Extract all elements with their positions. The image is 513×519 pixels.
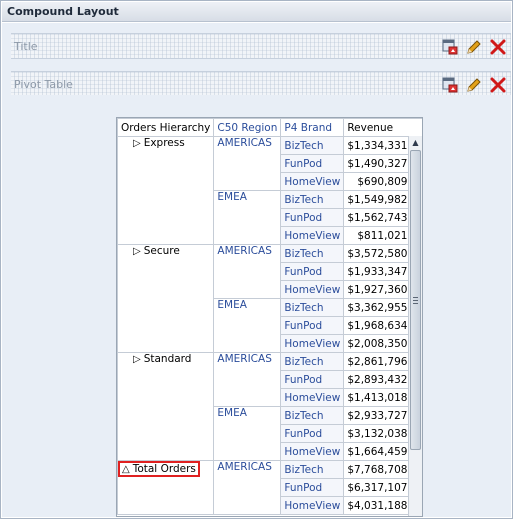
region-cell[interactable]: AMERICAS	[213, 244, 282, 299]
hierarchy-cell[interactable]: ▷ Secure	[117, 244, 215, 353]
brand-cell[interactable]: HomeView	[280, 226, 345, 245]
pivot-table-container[interactable]: Orders Hierarchy C50 Region P4 Brand Rev…	[116, 117, 423, 517]
pivot-row: ▷ Express AMERICAS BizTech $1,334,331.37	[117, 136, 422, 245]
region-cell[interactable]: AMERICAS	[213, 352, 282, 407]
col-header-brand[interactable]: P4 Brand	[280, 118, 345, 137]
brand-cell[interactable]: FunPod	[280, 208, 345, 227]
brand-cell[interactable]: FunPod	[280, 154, 345, 173]
edit-pencil-icon[interactable]	[465, 38, 483, 56]
pivot-row: △ Total Orders AMERICAS BizTech $7,768,708.6…	[117, 460, 422, 515]
layout-work-area: Title Pivot Table Orders Hierarchy C50 R…	[2, 23, 511, 517]
brand-cell[interactable]: FunPod	[280, 478, 345, 497]
region-cell[interactable]: EMEA	[213, 190, 282, 245]
title-view-label: Title	[14, 40, 38, 53]
brand-cell[interactable]: BizTech	[280, 460, 345, 479]
scroll-thumb[interactable]	[410, 150, 421, 450]
brand-cell[interactable]: FunPod	[280, 316, 345, 335]
hierarchy-label: Secure	[143, 245, 180, 258]
compound-layout-header: Compound Layout	[2, 2, 511, 22]
pivot-view-body: Orders Hierarchy C50 Region P4 Brand Rev…	[11, 95, 511, 517]
expand-triangle-icon[interactable]: ▷	[133, 138, 141, 149]
collapse-triangle-icon[interactable]: △	[122, 464, 130, 475]
brand-cell[interactable]: HomeView	[280, 280, 345, 299]
remove-x-icon[interactable]	[489, 76, 507, 94]
expand-triangle-icon[interactable]: ▷	[133, 246, 141, 257]
brand-cell[interactable]: FunPod	[280, 262, 345, 281]
brand-cell[interactable]: FunPod	[280, 370, 345, 389]
format-view-icon[interactable]	[441, 76, 459, 94]
hierarchy-cell[interactable]: ▷ Express	[117, 136, 215, 245]
hierarchy-label: Total Orders	[132, 463, 196, 475]
brand-cell[interactable]: HomeView	[280, 496, 345, 515]
brand-cell[interactable]: BizTech	[280, 406, 345, 425]
brand-cell[interactable]: BizTech	[280, 352, 345, 371]
hierarchy-cell[interactable]: ▷ Standard	[117, 352, 215, 461]
remove-x-icon[interactable]	[489, 38, 507, 56]
region-cell[interactable]: EMEA	[213, 298, 282, 353]
brand-cell[interactable]: HomeView	[280, 442, 345, 461]
compound-layout-frame: Compound Layout Title Pivot Table Orders…	[0, 0, 513, 519]
format-view-icon[interactable]	[441, 38, 459, 56]
title-view-toolbar	[441, 38, 507, 56]
pivot-scrollbar[interactable]: ▲	[408, 136, 422, 516]
brand-cell[interactable]: BizTech	[280, 190, 345, 209]
pivot-view-label: Pivot Table	[14, 78, 73, 91]
total-orders-highlight[interactable]: △ Total Orders	[118, 461, 200, 477]
brand-cell[interactable]: BizTech	[280, 298, 345, 317]
col-header-revenue[interactable]: Revenue	[343, 118, 422, 137]
col-header-orders-hierarchy[interactable]: Orders Hierarchy	[117, 118, 215, 137]
region-cell[interactable]: EMEA	[213, 406, 282, 461]
pivot-table: Orders Hierarchy C50 Region P4 Brand Rev…	[117, 118, 422, 515]
brand-cell[interactable]: BizTech	[280, 136, 345, 155]
region-cell[interactable]: AMERICAS	[213, 460, 282, 515]
pivot-row: ▷ Secure AMERICAS BizTech $3,572,580.86	[117, 244, 422, 353]
pivot-row: ▷ Standard AMERICAS BizTech $2,861,796.44	[117, 352, 422, 461]
hierarchy-label: Express	[143, 137, 185, 150]
hierarchy-label: Standard	[143, 353, 192, 366]
region-cell[interactable]: AMERICAS	[213, 136, 282, 191]
scroll-up-icon[interactable]: ▲	[409, 136, 422, 149]
title-view-bar[interactable]: Title	[11, 33, 511, 59]
brand-cell[interactable]: FunPod	[280, 424, 345, 443]
brand-cell[interactable]: HomeView	[280, 388, 345, 407]
compound-layout-title: Compound Layout	[7, 5, 119, 18]
pivot-view-toolbar	[441, 76, 507, 94]
pivot-header-row: Orders Hierarchy C50 Region P4 Brand Rev…	[117, 118, 422, 137]
brand-cell[interactable]: BizTech	[280, 244, 345, 263]
brand-cell[interactable]: HomeView	[280, 334, 345, 353]
brand-cell[interactable]: HomeView	[280, 172, 345, 191]
hierarchy-cell[interactable]: △ Total Orders	[117, 460, 215, 515]
col-header-region[interactable]: C50 Region	[213, 118, 282, 137]
pivot-view-bar[interactable]: Pivot Table	[11, 71, 511, 97]
expand-triangle-icon[interactable]: ▷	[133, 354, 141, 365]
edit-pencil-icon[interactable]	[465, 76, 483, 94]
